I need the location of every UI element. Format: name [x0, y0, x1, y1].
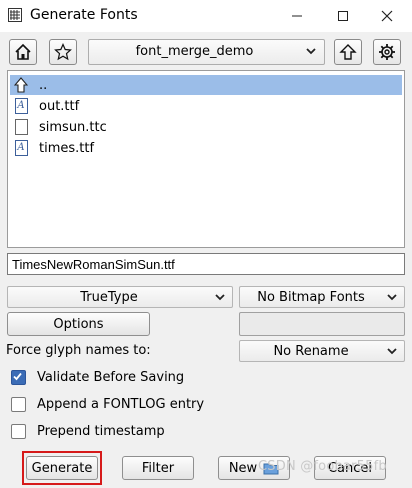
- new-label: New: [228, 460, 258, 476]
- checkbox-label: Validate Before Saving: [37, 369, 185, 385]
- generate-button[interactable]: Generate: [26, 456, 98, 480]
- minimize-button[interactable]: [282, 4, 312, 28]
- chevron-down-icon: [215, 294, 225, 301]
- list-item[interactable]: A times.ttf: [10, 138, 402, 158]
- close-icon: [381, 10, 393, 22]
- directory-combo[interactable]: font_merge_demo: [88, 39, 325, 65]
- window-title: Generate Fonts: [30, 7, 138, 23]
- format-label: TrueType: [80, 290, 138, 305]
- home-button[interactable]: [9, 39, 37, 65]
- bookmark-button[interactable]: [49, 39, 77, 65]
- glyph-names-label: Force glyph names to:: [6, 343, 151, 358]
- directory-label: font_merge_demo: [135, 44, 254, 59]
- chevron-down-icon: [387, 294, 397, 301]
- checkbox-checked[interactable]: [11, 369, 26, 385]
- filename-input[interactable]: [7, 253, 405, 275]
- fontlog-checkbox[interactable]: Append a FONTLOG entry: [11, 394, 204, 414]
- file-name: ..: [39, 77, 48, 93]
- maximize-button[interactable]: [328, 4, 358, 28]
- chevron-down-icon: [306, 48, 316, 55]
- minimize-icon: [292, 15, 302, 17]
- glyph-names-value: No Rename: [273, 344, 349, 359]
- timestamp-checkbox[interactable]: Prepend timestamp: [11, 421, 165, 441]
- format-select[interactable]: TrueType: [7, 286, 233, 308]
- filter-button[interactable]: Filter: [122, 456, 194, 480]
- maximize-icon: [338, 11, 348, 21]
- home-icon: [15, 43, 31, 60]
- disabled-field: [239, 312, 405, 336]
- checkbox-label: Prepend timestamp: [37, 423, 165, 439]
- options-button[interactable]: Options: [7, 312, 150, 336]
- up-arrow-icon: [339, 44, 357, 60]
- font-file-icon: A: [14, 98, 28, 114]
- file-name: simsun.ttc: [39, 119, 107, 135]
- checkbox-unchecked[interactable]: [11, 423, 26, 439]
- parent-dir-button[interactable]: [334, 39, 362, 65]
- checkbox-unchecked[interactable]: [11, 396, 26, 412]
- bitmap-select[interactable]: No Bitmap Fonts: [239, 286, 405, 308]
- app-icon: [8, 8, 22, 22]
- close-button[interactable]: [372, 4, 402, 28]
- font-file-icon: A: [14, 140, 28, 156]
- list-item[interactable]: ..: [10, 75, 402, 95]
- file-name: times.ttf: [39, 140, 95, 156]
- checkbox-label: Append a FONTLOG entry: [37, 396, 205, 412]
- gear-icon: [379, 44, 395, 60]
- file-list[interactable]: .. A out.ttf simsun.ttc A times.ttf: [7, 70, 405, 248]
- settings-button[interactable]: [373, 39, 401, 65]
- bitmap-label: No Bitmap Fonts: [257, 290, 365, 305]
- up-arrow-icon: [14, 77, 28, 93]
- file-name: out.ttf: [39, 98, 80, 114]
- star-icon: [54, 43, 72, 61]
- list-item[interactable]: A out.ttf: [10, 96, 402, 116]
- glyph-names-select[interactable]: No Rename: [239, 340, 405, 362]
- blank-file-icon: [14, 119, 28, 135]
- checkmark-icon: [13, 372, 22, 380]
- chevron-down-icon: [387, 348, 397, 355]
- list-item[interactable]: simsun.ttc: [10, 117, 402, 137]
- watermark-text: CSDN @foobar55fb: [258, 459, 387, 474]
- validate-checkbox[interactable]: Validate Before Saving: [11, 367, 184, 387]
